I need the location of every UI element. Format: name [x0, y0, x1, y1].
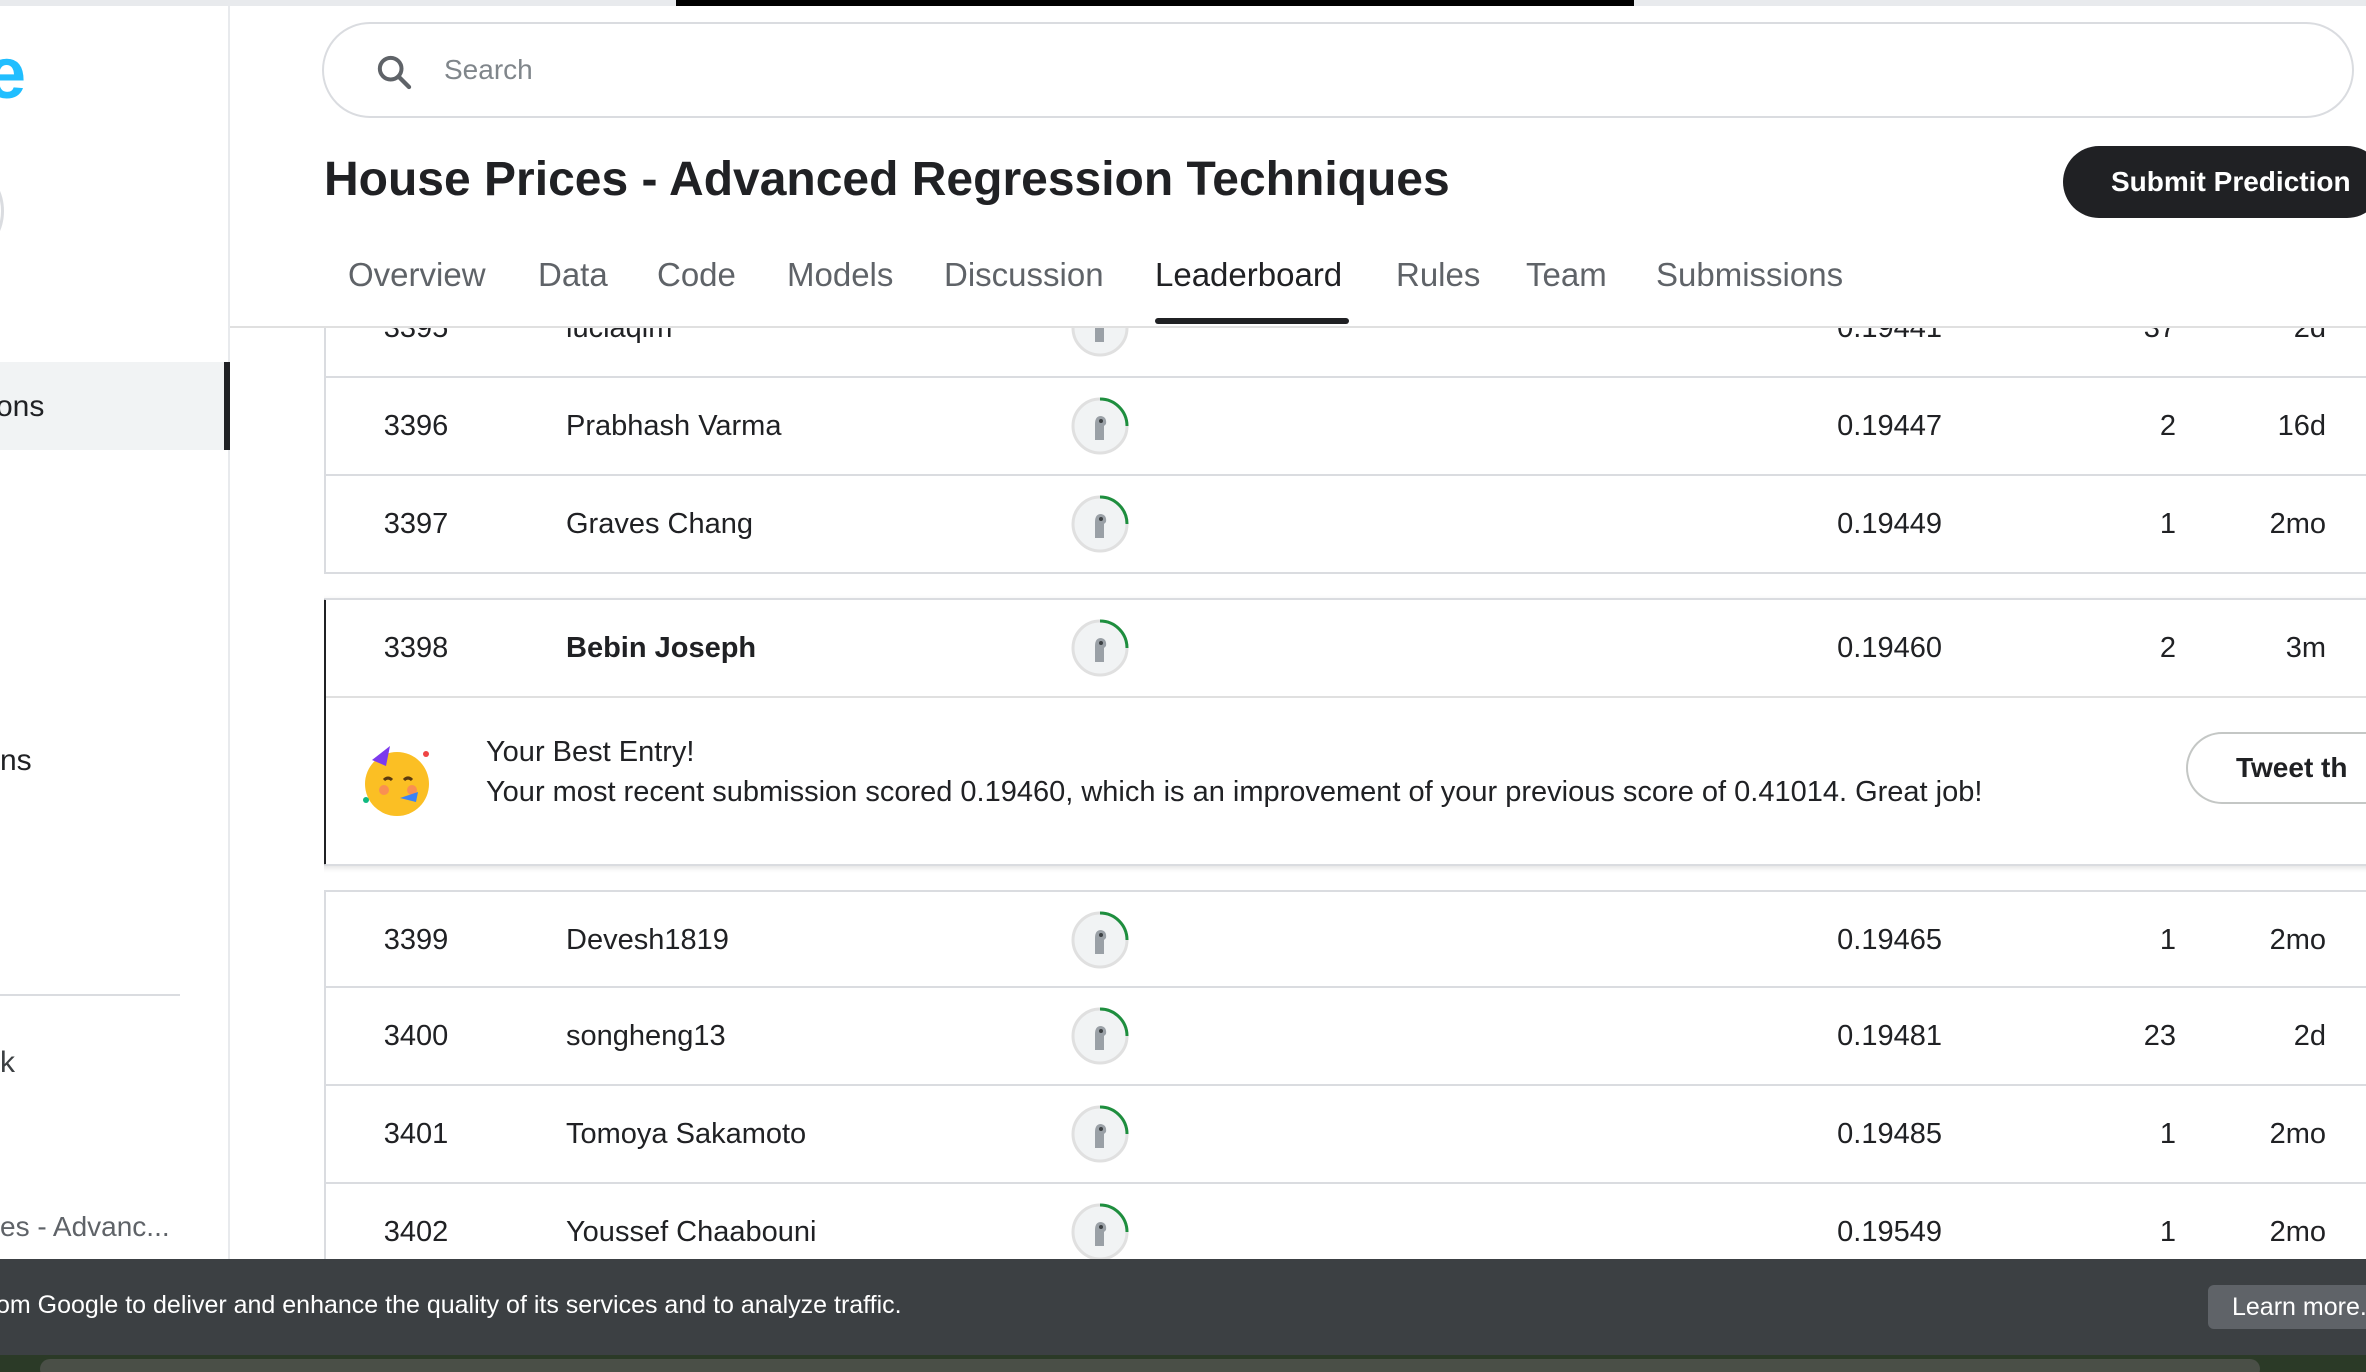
best-entry-message: Your most recent submission scored 0.194…: [486, 776, 1983, 808]
entries-cell: 2: [2159, 632, 2176, 664]
table-row[interactable]: 3395 luciaqim 0.19441 37 2d: [324, 328, 2366, 378]
sidebar-recent-competition[interactable]: es - Advanc...: [0, 1211, 170, 1243]
sidebar-divider: [0, 994, 180, 996]
entries-cell: 1: [2159, 508, 2176, 540]
table-row[interactable]: 3397 Graves Chang 0.19449 1 2mo: [324, 476, 2366, 574]
last-cell: 2d: [2293, 328, 2326, 344]
score-cell: 0.19485: [1837, 1118, 1942, 1150]
user-avatar-icon[interactable]: [1070, 328, 1130, 358]
page-title: House Prices - Advanced Regression Techn…: [324, 153, 1450, 206]
tab-code[interactable]: Code: [657, 256, 736, 294]
rank-cell: 3398: [383, 632, 449, 664]
entries-cell: 1: [2159, 1118, 2176, 1150]
user-avatar-icon[interactable]: [1070, 396, 1130, 456]
tab-overview[interactable]: Overview: [348, 256, 486, 294]
cookie-text: om Google to deliver and enhance the qua…: [0, 1291, 902, 1319]
rank-cell: 3395: [383, 328, 449, 344]
active-indicator: [224, 362, 230, 450]
last-cell: 2mo: [2269, 1216, 2326, 1248]
progress-segment: [676, 0, 1634, 6]
best-entry-card: 3398 Bebin Joseph 0.19460 2 3m Your Best…: [324, 598, 2366, 866]
table-row[interactable]: 3401 Tomoya Sakamoto 0.19485 1 2mo: [324, 1086, 2366, 1184]
dock: [40, 1359, 2260, 1372]
user-avatar-icon[interactable]: [1070, 1006, 1130, 1066]
score-cell: 0.19441: [1837, 328, 1942, 344]
kaggle-logo[interactable]: e: [0, 34, 26, 114]
user-avatar-icon[interactable]: [1070, 618, 1130, 678]
entries-cell: 2: [2159, 410, 2176, 442]
last-cell: 2mo: [2269, 508, 2326, 540]
learn-more-button[interactable]: Learn more.: [2208, 1285, 2366, 1329]
table-row[interactable]: 3400 songheng13 0.19481 23 2d: [324, 988, 2366, 1086]
sidebar-item-more[interactable]: k: [0, 1046, 15, 1080]
entries-cell: 37: [2143, 328, 2176, 344]
table-row-current-user[interactable]: 3398 Bebin Joseph 0.19460 2 3m: [326, 600, 2366, 698]
table-row[interactable]: 3399 Devesh1819 0.19465 1 2mo: [324, 890, 2366, 988]
user-avatar-icon[interactable]: [1070, 494, 1130, 554]
rank-cell: 3402: [383, 1216, 449, 1248]
best-entry-title: Your Best Entry!: [486, 736, 695, 768]
table-row[interactable]: 3402 Youssef Chaabouni 0.19549 1 2mo: [324, 1184, 2366, 1259]
team-name[interactable]: songheng13: [566, 1020, 726, 1053]
team-name[interactable]: Tomoya Sakamoto: [566, 1118, 806, 1151]
score-cell: 0.19447: [1837, 410, 1942, 442]
active-tab-underline: [1155, 318, 1349, 324]
score-cell: 0.19465: [1837, 924, 1942, 956]
user-avatar-icon[interactable]: [1070, 1104, 1130, 1164]
score-cell: 0.19449: [1837, 508, 1942, 540]
score-cell: 0.19460: [1837, 632, 1942, 664]
entries-cell: 1: [2159, 1216, 2176, 1248]
last-cell: 3m: [2285, 632, 2326, 664]
leaderboard-table: 3395 luciaqim 0.19441 37 2d 3396 Prabhas…: [324, 328, 2366, 1259]
user-avatar-icon[interactable]: [1070, 1202, 1130, 1259]
sidebar-item-discussions[interactable]: ns: [0, 744, 32, 778]
tab-submissions[interactable]: Submissions: [1656, 256, 1843, 294]
team-name[interactable]: Prabhash Varma: [566, 410, 781, 443]
search-icon: [377, 55, 412, 90]
cookie-banner: om Google to deliver and enhance the qua…: [0, 1259, 2366, 1355]
tab-discussion[interactable]: Discussion: [944, 256, 1104, 294]
rank-cell: 3400: [383, 1020, 449, 1052]
team-name[interactable]: luciaqim: [566, 328, 672, 345]
last-cell: 2d: [2293, 1020, 2326, 1052]
team-name[interactable]: Bebin Joseph: [566, 632, 756, 665]
score-cell: 0.19481: [1837, 1020, 1942, 1052]
tab-data[interactable]: Data: [538, 256, 608, 294]
desktop-background: [0, 1355, 2366, 1372]
rank-cell: 3396: [383, 410, 449, 442]
entries-cell: 1: [2159, 924, 2176, 956]
last-cell: 16d: [2277, 410, 2326, 442]
party-face-icon: [363, 746, 429, 816]
last-cell: 2mo: [2269, 1118, 2326, 1150]
entries-cell: 23: [2143, 1020, 2176, 1052]
create-icon[interactable]: [0, 176, 4, 246]
team-name[interactable]: Youssef Chaabouni: [566, 1216, 816, 1249]
submit-prediction-button[interactable]: Submit Prediction: [2063, 146, 2366, 218]
team-name[interactable]: Devesh1819: [566, 924, 729, 957]
search-placeholder: Search: [444, 54, 533, 85]
user-avatar-icon[interactable]: [1070, 910, 1130, 970]
rank-cell: 3401: [383, 1118, 449, 1150]
tweet-button[interactable]: Tweet th: [2186, 732, 2366, 804]
left-sidebar: e ons ns k es - Advanc...: [0, 6, 230, 1259]
top-progress-bar: [0, 0, 2366, 6]
sidebar-item-label: ons: [0, 390, 45, 423]
rank-cell: 3397: [383, 508, 449, 540]
last-cell: 2mo: [2269, 924, 2326, 956]
table-row[interactable]: 3396 Prabhash Varma 0.19447 2 16d: [324, 378, 2366, 476]
search-input[interactable]: Search: [322, 22, 2354, 118]
tab-models[interactable]: Models: [787, 256, 893, 294]
sidebar-item-competitions[interactable]: ons: [0, 362, 230, 450]
team-name[interactable]: Graves Chang: [566, 508, 753, 541]
tab-rules[interactable]: Rules: [1396, 256, 1480, 294]
tab-leaderboard[interactable]: Leaderboard: [1155, 256, 1342, 294]
score-cell: 0.19549: [1837, 1216, 1942, 1248]
rank-cell: 3399: [383, 924, 449, 956]
tab-team[interactable]: Team: [1526, 256, 1607, 294]
